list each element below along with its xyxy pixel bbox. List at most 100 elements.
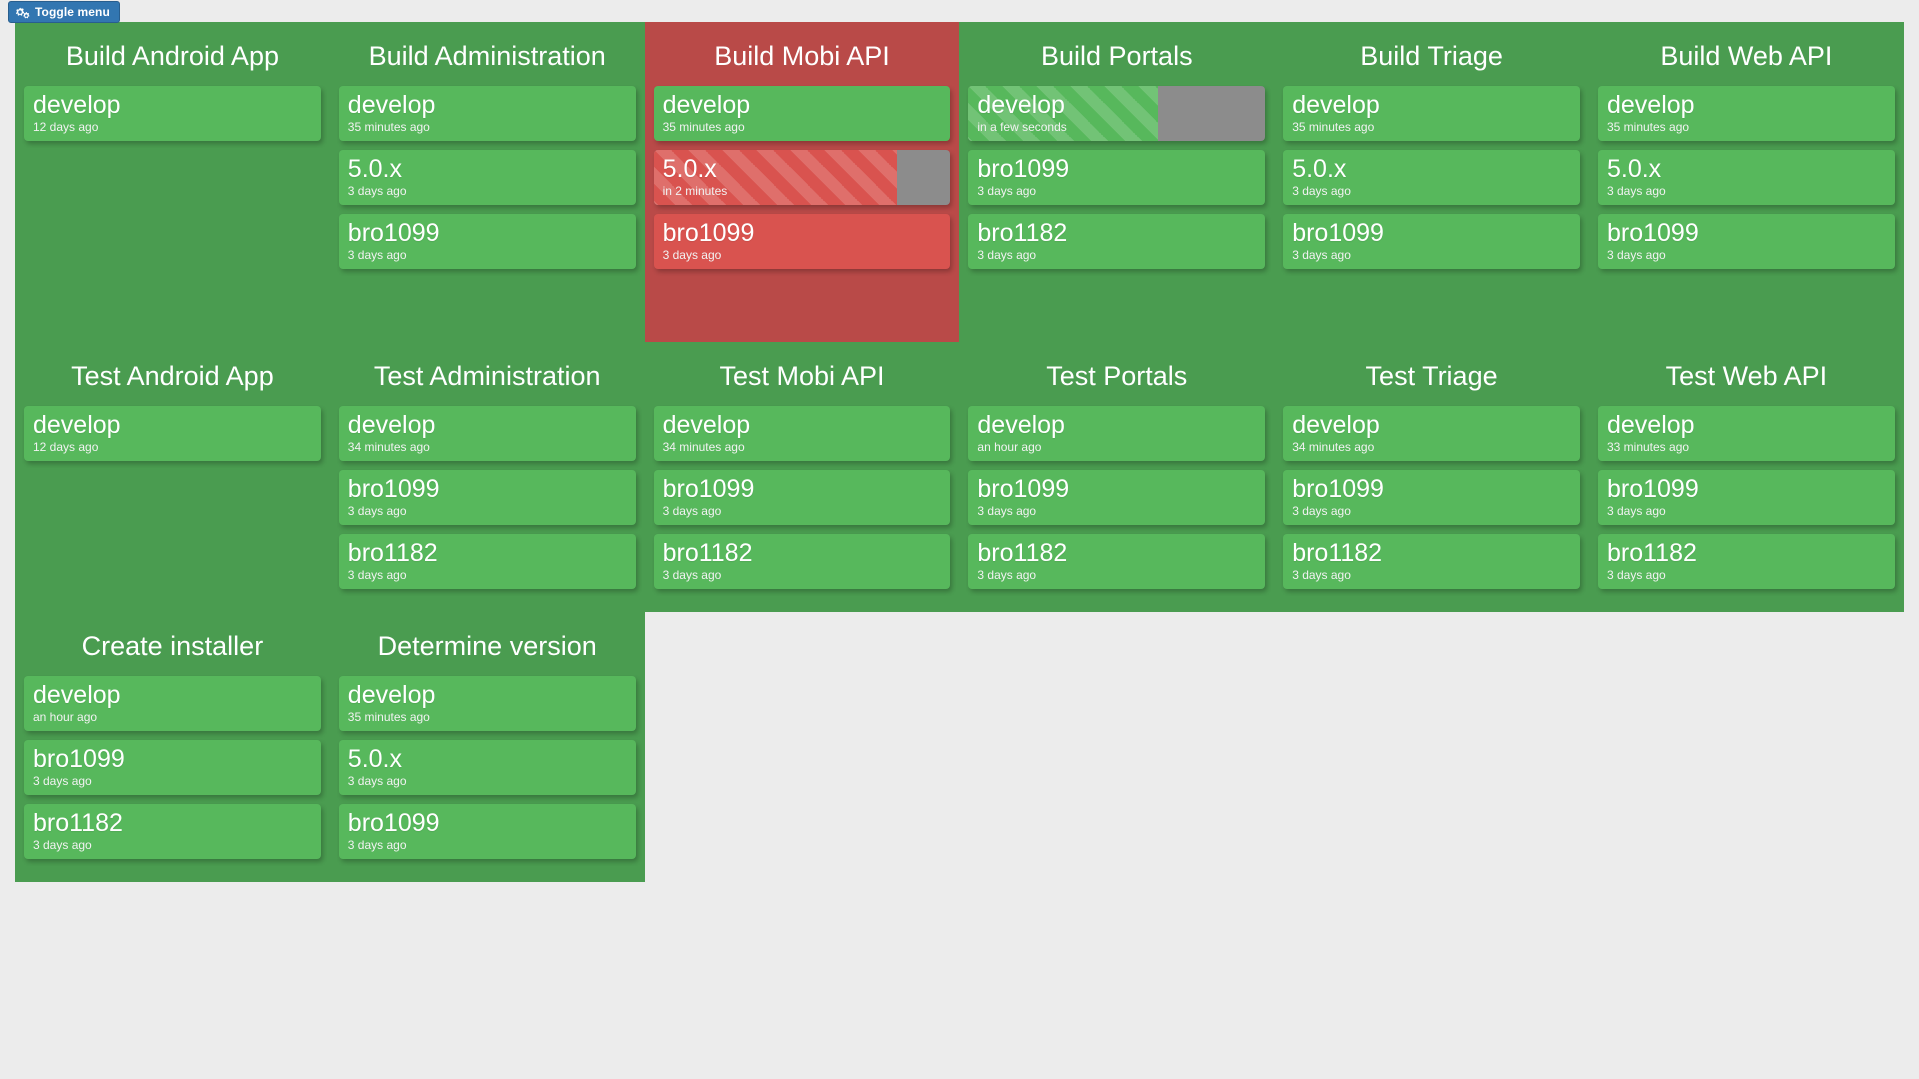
branch-name: bro1182 — [977, 539, 1068, 567]
branch-build-card[interactable]: 5.0.x 3 days ago — [1283, 150, 1580, 205]
branch-card-text: develop 34 minutes ago — [348, 406, 630, 461]
branch-build-card[interactable]: bro1182 3 days ago — [24, 804, 321, 859]
branch-name: develop — [347, 91, 436, 119]
branch-name: develop — [1606, 411, 1695, 439]
branch-timestamp: 34 minutes ago — [347, 440, 430, 454]
branch-card-text: bro1099 3 days ago — [1607, 470, 1889, 525]
job-panel[interactable]: Test Android App develop 12 days ago — [15, 342, 330, 612]
branch-name: bro1099 — [977, 475, 1070, 503]
job-panel[interactable]: Test Web API develop 33 minutes ago bro1099… — [1588, 342, 1904, 612]
branch-card-text: bro1182 3 days ago — [977, 534, 1259, 589]
job-panel[interactable]: Determine version develop 35 minutes ago 5.… — [329, 612, 645, 882]
branch-build-card[interactable]: bro1099 3 days ago — [653, 214, 951, 269]
job-title: Test Administration — [373, 361, 601, 391]
branch-build-card[interactable]: bro1099 3 days ago — [24, 740, 321, 795]
branch-card-text: bro1099 3 days ago — [348, 470, 630, 525]
branch-build-card[interactable]: develop 33 minutes ago — [1597, 406, 1895, 461]
branch-build-card[interactable]: develop 35 minutes ago — [338, 676, 636, 731]
branch-timestamp: 3 days ago — [1292, 184, 1351, 198]
branch-card-text: bro1182 3 days ago — [663, 534, 945, 589]
branch-build-card[interactable]: bro1099 3 days ago — [338, 214, 636, 269]
job-panel[interactable]: Build Portals develop in a few seconds bro1… — [959, 22, 1275, 342]
job-title: Build Web API — [1660, 41, 1833, 71]
branch-card-text: bro1099 3 days ago — [663, 214, 945, 269]
job-panel[interactable]: Create installer develop an hour ago bro109… — [15, 612, 330, 882]
branch-build-card[interactable]: develop an hour ago — [24, 676, 321, 731]
toggle-menu-button[interactable]: Toggle menu — [8, 1, 120, 23]
branch-build-card[interactable]: bro1182 3 days ago — [968, 214, 1266, 269]
branch-build-card[interactable]: bro1182 3 days ago — [1283, 534, 1580, 589]
branch-card-text: bro1182 3 days ago — [1607, 534, 1889, 589]
job-title: Test Mobi API — [719, 361, 885, 391]
branch-card-text: bro1099 3 days ago — [33, 740, 315, 795]
job-panel[interactable]: Test Triage develop 34 minutes ago bro1099 3… — [1274, 342, 1589, 612]
branch-build-card[interactable]: bro1099 3 days ago — [968, 150, 1266, 205]
branch-build-card[interactable]: develop in a few seconds — [968, 86, 1266, 141]
job-panel[interactable]: Test Administration develop 34 minutes ago… — [329, 342, 645, 612]
branch-card-text: develop 35 minutes ago — [1292, 86, 1574, 141]
branch-build-card[interactable]: bro1099 3 days ago — [1283, 214, 1580, 269]
branch-name: develop — [977, 411, 1065, 439]
branch-name: bro1099 — [977, 155, 1070, 183]
branch-timestamp: 3 days ago — [347, 838, 407, 852]
branch-build-card[interactable]: develop an hour ago — [968, 406, 1266, 461]
branch-build-card[interactable]: develop 35 minutes ago — [1283, 86, 1580, 141]
branch-timestamp: 3 days ago — [1606, 248, 1666, 262]
branch-build-card[interactable]: 5.0.x in 2 minutes — [653, 150, 951, 205]
branch-name: develop — [1292, 411, 1380, 439]
branch-name: bro1182 — [347, 539, 438, 567]
branch-build-card[interactable]: bro1099 3 days ago — [1597, 470, 1895, 525]
branch-build-card[interactable]: develop 34 minutes ago — [653, 406, 951, 461]
branch-build-card[interactable]: develop 35 minutes ago — [653, 86, 951, 141]
branch-build-card[interactable]: develop 12 days ago — [24, 86, 321, 141]
branch-build-card[interactable]: 5.0.x 3 days ago — [1597, 150, 1895, 205]
branch-name: develop — [347, 681, 436, 709]
job-panel[interactable]: Build Administration develop 35 minutes ag… — [329, 22, 645, 342]
job-panel[interactable]: Test Mobi API develop 34 minutes ago bro109… — [644, 342, 960, 612]
branch-name: bro1182 — [977, 219, 1068, 247]
branch-name: bro1099 — [662, 219, 755, 247]
branch-card-text: develop 34 minutes ago — [663, 406, 945, 461]
branch-build-card[interactable]: bro1182 3 days ago — [1597, 534, 1895, 589]
branch-build-card[interactable]: 5.0.x 3 days ago — [338, 150, 636, 205]
job-panel[interactable]: Test Portals develop an hour ago bro1099 3 d… — [959, 342, 1275, 612]
branch-build-card[interactable]: develop 35 minutes ago — [1597, 86, 1895, 141]
branch-card-text: develop 12 days ago — [33, 86, 315, 141]
branch-card-text: develop 12 days ago — [33, 406, 315, 461]
job-panel[interactable]: Build Android App develop 12 days ago — [15, 22, 330, 342]
job-panel[interactable]: Build Triage develop 35 minutes ago 5.0.x 3 … — [1274, 22, 1589, 342]
branch-build-card[interactable]: develop 34 minutes ago — [1283, 406, 1580, 461]
branch-build-card[interactable]: bro1182 3 days ago — [338, 534, 636, 589]
job-panel[interactable]: Build Web API develop 35 minutes ago 5.0.x 3… — [1588, 22, 1904, 342]
branch-timestamp: 3 days ago — [1606, 504, 1666, 518]
job-title: Test Web API — [1665, 361, 1828, 391]
branch-build-card[interactable]: bro1182 3 days ago — [968, 534, 1266, 589]
branch-build-card[interactable]: bro1099 3 days ago — [1283, 470, 1580, 525]
job-title: Build Administration — [368, 41, 606, 71]
branch-name: develop — [662, 411, 751, 439]
branch-name: bro1099 — [1292, 219, 1384, 247]
branch-build-card[interactable]: bro1099 3 days ago — [653, 470, 951, 525]
branch-card-text: bro1099 3 days ago — [1292, 470, 1574, 525]
branch-timestamp: 3 days ago — [977, 248, 1037, 262]
branch-build-card[interactable]: develop 12 days ago — [24, 406, 321, 461]
branch-timestamp: 3 days ago — [1292, 568, 1351, 582]
job-panel[interactable]: Build Mobi API develop 35 minutes ago 5.0.x… — [644, 22, 960, 342]
branch-name: 5.0.x — [1606, 155, 1662, 183]
branch-timestamp: 3 days ago — [1292, 504, 1351, 518]
branch-timestamp: 3 days ago — [662, 248, 722, 262]
branch-build-card[interactable]: bro1099 3 days ago — [338, 804, 636, 859]
branch-timestamp: an hour ago — [33, 710, 98, 724]
branch-name: bro1099 — [347, 475, 440, 503]
branch-timestamp: 3 days ago — [347, 248, 407, 262]
branch-build-card[interactable]: bro1182 3 days ago — [653, 534, 951, 589]
branch-build-card[interactable]: bro1099 3 days ago — [1597, 214, 1895, 269]
branch-name: develop — [1606, 91, 1695, 119]
branch-card-text: bro1182 3 days ago — [1292, 534, 1574, 589]
branch-build-card[interactable]: develop 34 minutes ago — [338, 406, 636, 461]
branch-timestamp: 3 days ago — [977, 504, 1037, 518]
branch-build-card[interactable]: bro1099 3 days ago — [968, 470, 1266, 525]
branch-build-card[interactable]: 5.0.x 3 days ago — [338, 740, 636, 795]
branch-build-card[interactable]: develop 35 minutes ago — [338, 86, 636, 141]
branch-build-card[interactable]: bro1099 3 days ago — [338, 470, 636, 525]
